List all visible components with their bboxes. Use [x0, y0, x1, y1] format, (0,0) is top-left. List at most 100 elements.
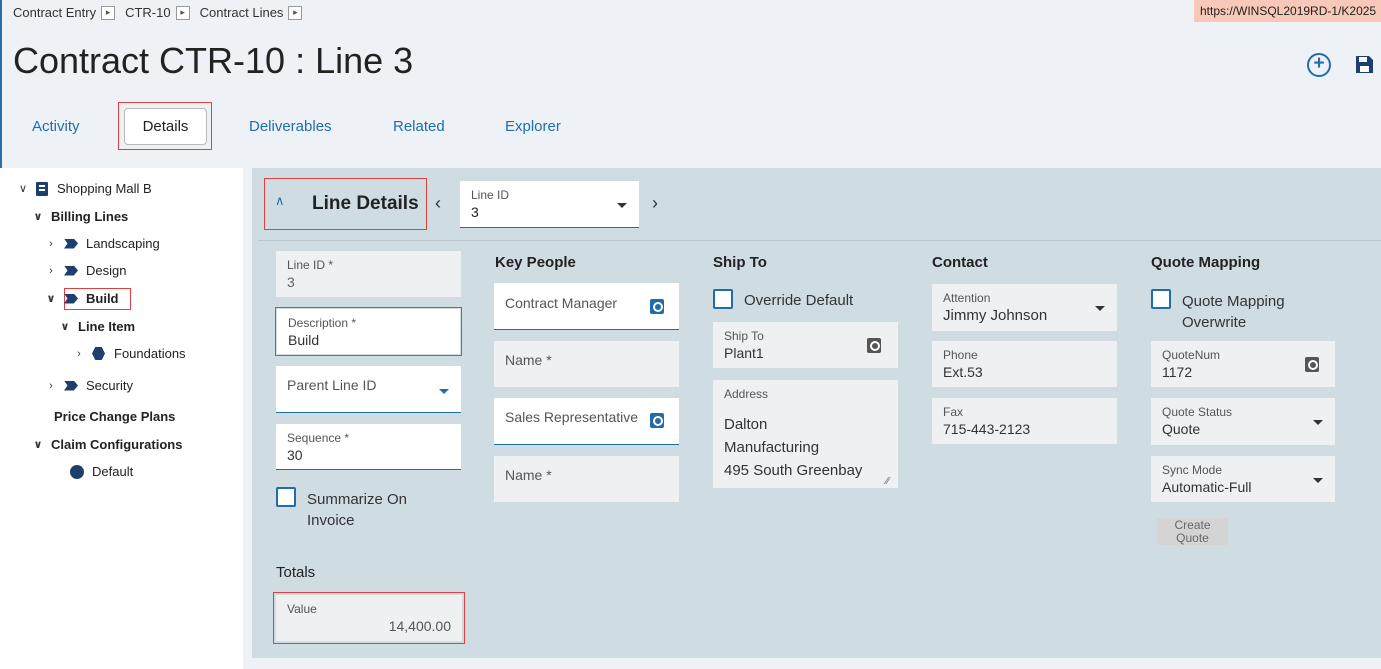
field-label: Phone: [943, 348, 978, 362]
field-value[interactable]: 30: [287, 447, 450, 463]
save-icon[interactable]: [1355, 55, 1374, 74]
breadcrumb-label[interactable]: Contract Entry: [13, 5, 96, 20]
address-field[interactable]: Address Dalton Manufacturing 495 South G…: [713, 380, 898, 488]
tree-node-foundations[interactable]: › Foundations: [72, 346, 186, 361]
breadcrumb-item-contract[interactable]: CTR-10 ▸: [125, 5, 190, 20]
field-label: Line ID *: [287, 258, 334, 272]
quote-status-select[interactable]: Quote Status Quote: [1151, 398, 1335, 445]
field-value: Plant1: [724, 345, 764, 361]
next-line-icon[interactable]: ›: [652, 193, 658, 214]
chevron-right-icon[interactable]: ›: [44, 238, 58, 250]
tree-node-line-item[interactable]: ∨ Line Item: [58, 319, 136, 334]
tree-node-label[interactable]: Shopping Mall B: [57, 181, 152, 196]
tree-node-design[interactable]: › Design: [44, 263, 126, 278]
tree-node-label[interactable]: Build: [86, 291, 119, 306]
attention-select[interactable]: Attention Jimmy Johnson: [932, 284, 1117, 331]
chevron-right-icon[interactable]: ▸: [175, 5, 190, 20]
tree-node-default[interactable]: Default: [70, 464, 133, 479]
field-value[interactable]: Build: [288, 332, 449, 348]
previous-line-icon[interactable]: ‹: [435, 193, 441, 214]
value-field: Value 14,400.00: [276, 595, 462, 641]
breadcrumb-label[interactable]: CTR-10: [125, 5, 171, 20]
tab-details[interactable]: Details: [124, 108, 207, 145]
tree-node-label[interactable]: Default: [92, 464, 133, 479]
tree-node-landscaping[interactable]: › Landscaping: [44, 236, 160, 251]
tree-node-label[interactable]: Foundations: [114, 346, 186, 361]
quote-mapping-overwrite-checkbox[interactable]: [1151, 289, 1171, 309]
contract-manager-field[interactable]: Contract Manager: [494, 283, 679, 330]
field-value: 14,400.00: [388, 618, 451, 634]
override-default-checkbox[interactable]: [713, 289, 733, 309]
tree-node-price-change-plans[interactable]: Price Change Plans: [54, 409, 175, 424]
field-value: 1172: [1162, 364, 1193, 380]
breadcrumb-label[interactable]: Contract Lines: [200, 5, 284, 20]
tree-node-label[interactable]: Security: [86, 378, 133, 393]
quotenum-field[interactable]: QuoteNum 1172: [1151, 341, 1335, 387]
search-icon[interactable]: [867, 338, 881, 353]
tab-deliverables[interactable]: Deliverables: [249, 118, 332, 135]
tree-node-label[interactable]: Design: [86, 263, 126, 278]
line-item-icon: [92, 347, 105, 360]
panel-title: Line Details: [312, 193, 419, 214]
summarize-on-invoice-checkbox[interactable]: [276, 487, 296, 507]
tree-node-build[interactable]: ∨ Build: [44, 291, 119, 306]
chevron-right-icon[interactable]: ▸: [288, 5, 303, 20]
tab-related[interactable]: Related: [393, 118, 445, 135]
breadcrumb-item-contract-lines[interactable]: Contract Lines ▸: [200, 5, 303, 20]
quote-mapping-overwrite-label: Quote Mapping Overwrite: [1182, 291, 1285, 333]
ship-to-heading: Ship To: [713, 254, 767, 271]
tree-node-label[interactable]: Claim Configurations: [51, 437, 182, 452]
totals-heading: Totals: [276, 564, 316, 581]
tab-explorer[interactable]: Explorer: [505, 118, 561, 135]
chevron-down-icon[interactable]: ∨: [31, 210, 45, 223]
chevron-down-icon[interactable]: ∨: [44, 292, 58, 305]
billing-line-icon: [64, 380, 78, 391]
tree-node-label[interactable]: Line Item: [78, 319, 135, 334]
contract-manager-name-field: Name *: [494, 341, 679, 387]
phone-field[interactable]: Phone Ext.53: [932, 341, 1117, 387]
address-line: 495 South Greenbay: [724, 462, 863, 479]
chevron-right-icon[interactable]: ▸: [101, 5, 116, 20]
description-field[interactable]: Description * Build: [277, 309, 460, 354]
breadcrumb: Contract Entry ▸ CTR-10 ▸ Contract Lines ▸: [13, 5, 312, 20]
tree-node-label[interactable]: Landscaping: [86, 236, 160, 251]
url-bar[interactable]: https://WINSQL2019RD-1/K2025: [1194, 0, 1381, 22]
dropdown-caret-icon[interactable]: [1313, 478, 1323, 483]
sync-mode-select[interactable]: Sync Mode Automatic-Full: [1151, 456, 1335, 502]
parent-line-id-select[interactable]: Parent Line ID: [276, 366, 461, 413]
sales-rep-field[interactable]: Sales Representative: [494, 398, 679, 445]
sequence-field[interactable]: Sequence * 30: [276, 424, 461, 470]
dropdown-caret-icon[interactable]: [1313, 420, 1323, 425]
summarize-label: Summarize On Invoice: [307, 489, 407, 531]
tree-node-label[interactable]: Billing Lines: [51, 209, 128, 224]
dropdown-caret-icon[interactable]: [617, 203, 627, 208]
create-quote-button[interactable]: Create Quote: [1157, 518, 1228, 545]
chevron-right-icon[interactable]: ›: [44, 265, 58, 277]
field-label: Name *: [505, 467, 552, 483]
dropdown-caret-icon[interactable]: [1095, 306, 1105, 311]
field-value: Jimmy Johnson: [943, 307, 1048, 324]
collapse-icon[interactable]: ∧: [275, 193, 285, 209]
add-icon[interactable]: +: [1307, 53, 1331, 77]
chevron-down-icon[interactable]: ∨: [31, 438, 45, 451]
ship-to-field[interactable]: Ship To Plant1: [713, 322, 898, 368]
chevron-down-icon[interactable]: ∨: [58, 320, 72, 333]
tree-node-label[interactable]: Price Change Plans: [54, 409, 175, 424]
search-icon[interactable]: [650, 299, 664, 314]
chevron-right-icon[interactable]: ›: [72, 348, 86, 360]
tree-node-security[interactable]: › Security: [44, 378, 133, 393]
breadcrumb-item-contract-entry[interactable]: Contract Entry ▸: [13, 5, 116, 20]
contact-heading: Contact: [932, 254, 988, 271]
search-icon[interactable]: [1305, 357, 1319, 372]
search-icon[interactable]: [650, 413, 664, 428]
line-id-select[interactable]: Line ID 3: [460, 181, 639, 228]
tree-node-billing-lines[interactable]: ∨ Billing Lines: [31, 209, 129, 224]
tree-node-root[interactable]: ∨ Shopping Mall B: [16, 181, 152, 196]
chevron-down-icon[interactable]: ∨: [16, 182, 30, 195]
fax-field[interactable]: Fax 715-443-2123: [932, 398, 1117, 444]
resize-grip-icon[interactable]: ∕∕: [886, 476, 889, 487]
tree-node-claim-configurations[interactable]: ∨ Claim Configurations: [31, 437, 183, 452]
dropdown-caret-icon[interactable]: [439, 389, 449, 394]
tab-activity[interactable]: Activity: [32, 118, 80, 135]
chevron-right-icon[interactable]: ›: [44, 380, 58, 392]
